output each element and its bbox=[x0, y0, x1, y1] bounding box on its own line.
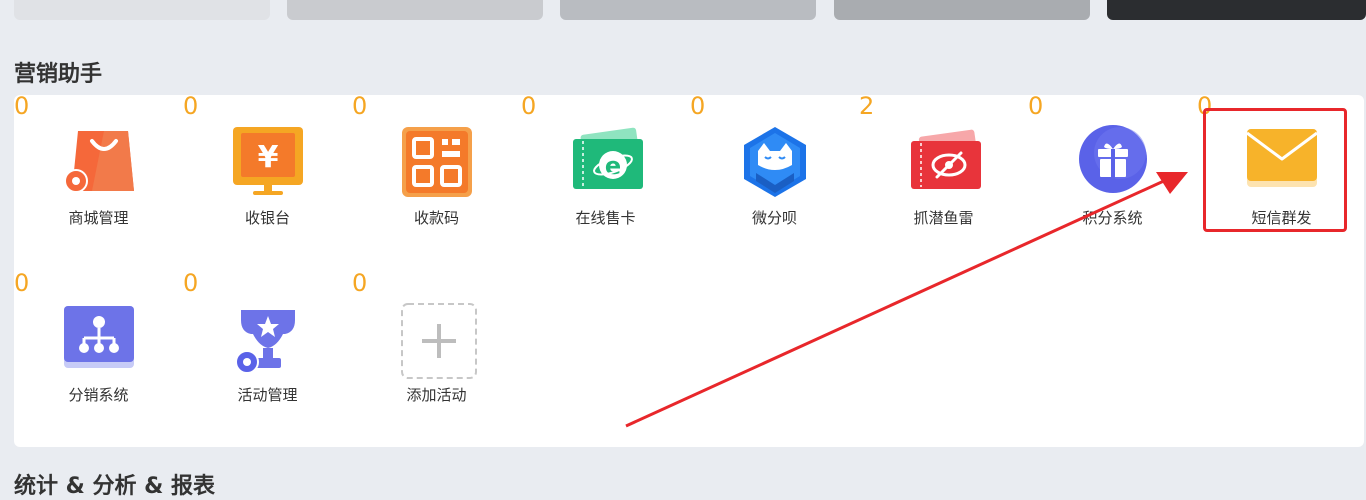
tile-payment-code[interactable]: 0 收款码 bbox=[352, 92, 521, 265]
qr-code-icon bbox=[400, 125, 474, 199]
section-title: 营销助手 bbox=[14, 62, 103, 87]
svg-text:¥: ¥ bbox=[258, 140, 279, 175]
tile-activity-management[interactable]: 0 活动管理 bbox=[183, 269, 352, 442]
tile-label: 商城管理 bbox=[68, 209, 129, 227]
tile-label: 在线售卡 bbox=[575, 209, 636, 227]
tile-distribution-system[interactable]: 0 分销系统 bbox=[14, 269, 183, 442]
top-card-5[interactable] bbox=[1107, 0, 1366, 20]
tile-count: 0 bbox=[521, 92, 537, 120]
tile-online-card[interactable]: 0 e 在线售卡 bbox=[521, 92, 690, 265]
trophy-icon bbox=[231, 302, 305, 376]
tile-count: 0 bbox=[183, 92, 199, 120]
tile-label: 添加活动 bbox=[406, 386, 467, 404]
tile-count: 0 bbox=[352, 92, 368, 120]
top-card-3[interactable] bbox=[560, 0, 816, 20]
bottom-section-title: 统计 & 分析 & 报表 bbox=[14, 474, 216, 499]
tile-label: 分销系统 bbox=[68, 386, 129, 404]
tile-label: 积分系统 bbox=[1082, 209, 1143, 227]
tile-add-activity[interactable]: 0 添加活动 bbox=[352, 269, 521, 442]
tile-cashier[interactable]: 0 ¥ 收银台 bbox=[183, 92, 352, 265]
tile-points-system[interactable]: 0 积分系统 bbox=[1028, 92, 1197, 265]
add-plus-icon[interactable] bbox=[400, 302, 477, 379]
tile-label: 抓潜鱼雷 bbox=[913, 209, 974, 227]
tile-lead-torpedo[interactable]: 2 抓潜鱼雷 bbox=[859, 92, 1028, 265]
top-card-4[interactable] bbox=[834, 0, 1090, 20]
tile-label: 微分呗 bbox=[751, 209, 797, 227]
cat-hexagon-icon bbox=[738, 125, 812, 199]
tile-count: 2 bbox=[859, 92, 875, 120]
top-card-1[interactable] bbox=[14, 0, 270, 20]
tile-count: 0 bbox=[1028, 92, 1044, 120]
highlight-box bbox=[1203, 108, 1347, 232]
tile-count: 0 bbox=[690, 92, 706, 120]
tile-label: 收银台 bbox=[244, 209, 290, 227]
tile-count: 0 bbox=[183, 269, 199, 297]
tile-count: 0 bbox=[14, 92, 30, 120]
tile-weifenbei[interactable]: 0 微分呗 bbox=[690, 92, 859, 265]
marketing-panel: 0 商城管理 0 ¥ 收银台 0 收款码 0 e 在线售卡 0 微分呗 2 抓潜… bbox=[14, 92, 1364, 447]
cashier-yen-icon: ¥ bbox=[231, 125, 305, 199]
tile-count: 0 bbox=[352, 269, 368, 297]
top-card-strip bbox=[0, 0, 1366, 20]
tile-count: 0 bbox=[14, 269, 30, 297]
tile-label: 活动管理 bbox=[237, 386, 298, 404]
gift-icon bbox=[1076, 125, 1150, 199]
shop-bag-icon bbox=[62, 125, 136, 199]
top-card-2[interactable] bbox=[287, 0, 543, 20]
distribution-tree-icon bbox=[62, 302, 136, 376]
tile-label: 收款码 bbox=[413, 209, 459, 227]
hidden-eye-ticket-icon bbox=[907, 125, 981, 199]
tile-shop-management[interactable]: 0 商城管理 bbox=[14, 92, 183, 265]
ecard-icon: e bbox=[569, 125, 643, 199]
